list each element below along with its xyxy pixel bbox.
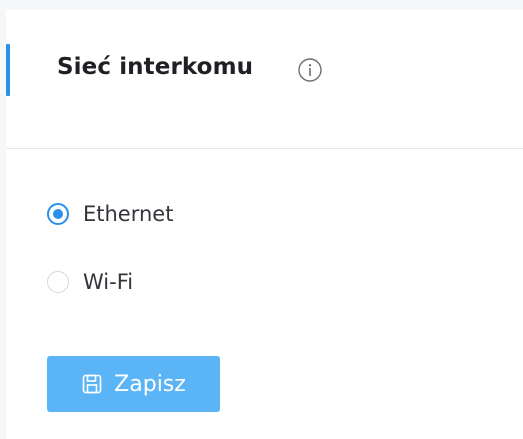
radio-button-wifi[interactable]: [47, 271, 69, 293]
radio-label-wifi: Wi-Fi: [83, 270, 134, 294]
section-title: Sieć interkomu: [57, 54, 254, 80]
settings-card: Sieć interkomu Ethernet Wi-Fi Zapisz: [6, 10, 523, 439]
section-header: Sieć interkomu: [6, 10, 523, 149]
network-form: Ethernet Wi-Fi Zapisz: [6, 149, 523, 439]
info-icon[interactable]: [297, 57, 323, 83]
radio-label-ethernet: Ethernet: [83, 202, 174, 226]
save-button[interactable]: Zapisz: [47, 356, 220, 412]
save-icon: [82, 374, 102, 394]
section-accent-bar: [6, 44, 10, 96]
top-strip: [0, 0, 523, 10]
radio-option-ethernet[interactable]: Ethernet: [47, 199, 173, 229]
radio-option-wifi[interactable]: Wi-Fi: [47, 267, 133, 297]
page: Sieć interkomu Ethernet Wi-Fi Zapisz: [0, 0, 523, 439]
save-button-label: Zapisz: [114, 371, 186, 397]
radio-button-ethernet[interactable]: [47, 203, 69, 225]
